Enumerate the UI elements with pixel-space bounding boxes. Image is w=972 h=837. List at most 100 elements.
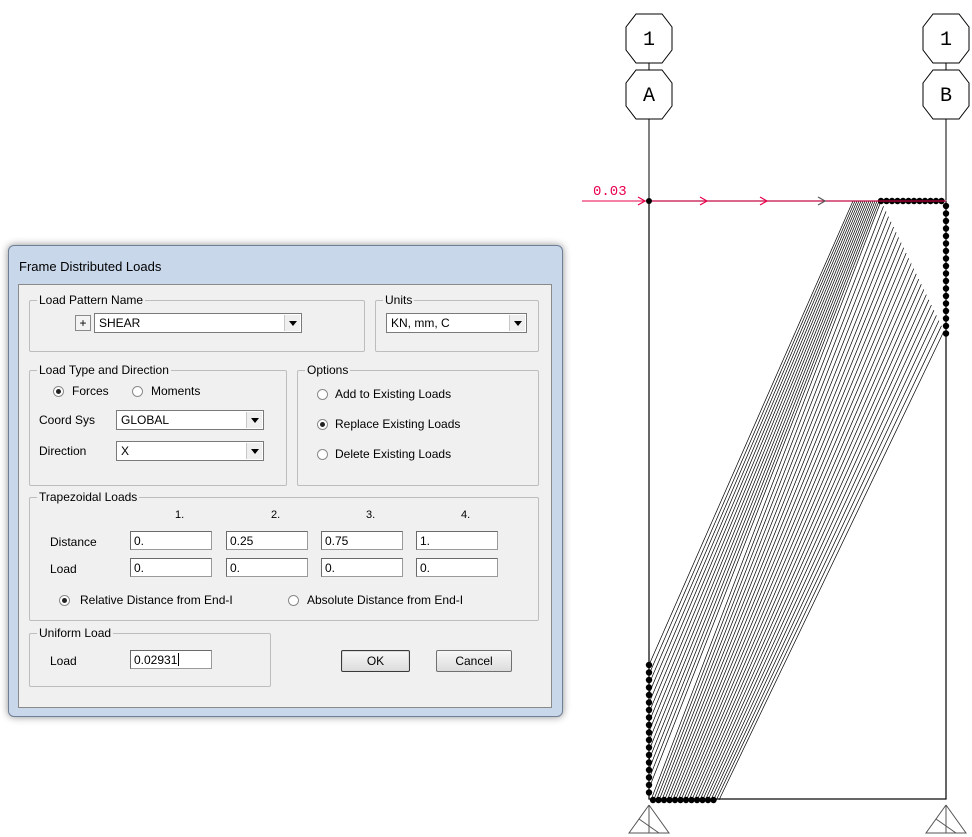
hatch-line	[669, 237, 899, 801]
distance-value-2: 0.25	[230, 534, 254, 548]
node-dot	[645, 721, 653, 729]
load-value-1: 0.	[134, 561, 145, 575]
grid-bubble-1-b-label: 1	[940, 29, 952, 52]
cancel-button[interactable]: Cancel	[436, 650, 512, 672]
node-dot	[942, 247, 950, 255]
delete-existing-radio[interactable]	[317, 449, 328, 460]
moments-radio[interactable]	[132, 386, 143, 397]
uniform-load-group: Uniform Load Load 0.02931	[29, 626, 271, 687]
load-value-4: 0.	[420, 561, 431, 575]
node-dot	[710, 796, 717, 804]
node-point-a	[646, 198, 652, 204]
distance-field-2[interactable]: 0.25	[226, 531, 308, 550]
node-dot	[645, 706, 653, 714]
node-dot	[942, 202, 950, 210]
node-dot	[688, 796, 695, 804]
node-dot	[645, 684, 653, 691]
node-dot	[704, 796, 712, 804]
hatch-line	[715, 325, 942, 801]
forces-radio[interactable]	[53, 386, 64, 397]
direction-select[interactable]: X	[116, 441, 264, 461]
chevron-down-icon[interactable]	[509, 315, 525, 331]
load-pattern-select[interactable]: SHEAR	[94, 313, 302, 333]
trapezoidal-loads-group: Trapezoidal Loads 1. 2. 3. 4. Distance 0…	[29, 490, 539, 621]
hatch-line	[648, 200, 856, 675]
add-existing-label: Add to Existing Loads	[335, 387, 452, 401]
hatch-line	[707, 310, 935, 801]
load-field-1[interactable]: 0.	[130, 558, 212, 577]
ok-button[interactable]: OK	[341, 650, 410, 672]
node-dot	[645, 759, 653, 766]
node-dot	[942, 255, 950, 262]
distance-field-4[interactable]: 1.	[416, 531, 498, 550]
chevron-down-icon[interactable]	[246, 443, 262, 459]
node-dot	[942, 232, 950, 240]
node-dot	[942, 225, 950, 232]
load-field-2[interactable]: 0.	[226, 558, 308, 577]
distance-label: Distance	[50, 535, 97, 549]
distance-value-1: 0.	[134, 534, 145, 548]
node-dot	[645, 729, 653, 736]
node-dot	[645, 661, 653, 669]
hatch-line	[664, 226, 894, 801]
diagonal-hatch	[648, 200, 945, 801]
node-dot	[942, 240, 950, 247]
grid-bubble-b-label: B	[940, 85, 952, 108]
relative-distance-radio[interactable]	[59, 595, 70, 606]
add-load-pattern-button[interactable]: +	[75, 315, 91, 331]
load-field-3[interactable]: 0.	[321, 558, 403, 577]
frame-distributed-loads-dialog: Frame Distributed Loads Load Pattern Nam…	[8, 245, 563, 717]
hatch-line	[648, 200, 862, 704]
distance-field-1[interactable]: 0.	[130, 531, 212, 550]
replace-existing-radio[interactable]	[317, 419, 328, 430]
coord-sys-select[interactable]: GLOBAL	[116, 410, 264, 430]
node-dot	[942, 262, 950, 270]
dialog-client-area: Load Pattern Name + SHEAR Units KN, mm, …	[18, 284, 552, 708]
add-existing-radio[interactable]	[317, 389, 328, 400]
load-pattern-value: SHEAR	[99, 316, 141, 330]
hatch-line	[694, 284, 922, 801]
units-group: Units KN, mm, C	[375, 293, 539, 352]
support-a	[628, 804, 670, 834]
column-header-4: 4.	[461, 509, 471, 521]
uniform-load-text: 0.02931	[134, 653, 178, 667]
chevron-down-icon[interactable]	[246, 412, 262, 428]
node-dot	[660, 796, 668, 804]
units-legend: Units	[383, 293, 415, 307]
node-dot	[645, 691, 653, 699]
uniform-load-label: Load	[50, 654, 77, 668]
node-dot	[655, 796, 662, 804]
load-row-label: Load	[50, 562, 77, 576]
node-dot	[645, 699, 653, 706]
trapezoidal-legend: Trapezoidal Loads	[37, 490, 140, 504]
direction-label: Direction	[39, 444, 87, 458]
hatch-line	[648, 200, 866, 723]
node-dot	[942, 300, 950, 307]
chevron-down-icon[interactable]	[284, 315, 300, 331]
hatch-line	[648, 200, 854, 666]
grid-line-b: 1 B	[922, 13, 970, 200]
node-dot	[645, 774, 653, 781]
node-dot	[942, 217, 950, 225]
hatch-line	[713, 320, 940, 801]
hatch-line	[675, 247, 905, 801]
absolute-distance-radio[interactable]	[288, 595, 299, 606]
direction-value: X	[121, 444, 130, 458]
load-field-4[interactable]: 0.	[416, 558, 498, 577]
units-select[interactable]: KN, mm, C	[386, 313, 527, 333]
hatch-line	[648, 200, 860, 694]
coord-sys-label: Coord Sys	[39, 413, 96, 427]
node-dot	[645, 714, 653, 721]
node-dot	[645, 766, 653, 774]
options-legend: Options	[305, 363, 351, 377]
node-dot	[693, 796, 701, 804]
uniform-load-field[interactable]: 0.02931	[130, 650, 212, 669]
hatch-line	[658, 216, 889, 801]
node-dot	[942, 322, 950, 330]
node-dot	[645, 736, 653, 744]
node-dot	[682, 796, 690, 804]
hatch-line	[677, 252, 907, 801]
load-pattern-group: Load Pattern Name + SHEAR	[29, 293, 365, 352]
node-dot	[645, 744, 653, 751]
distance-field-3[interactable]: 0.75	[321, 531, 403, 550]
